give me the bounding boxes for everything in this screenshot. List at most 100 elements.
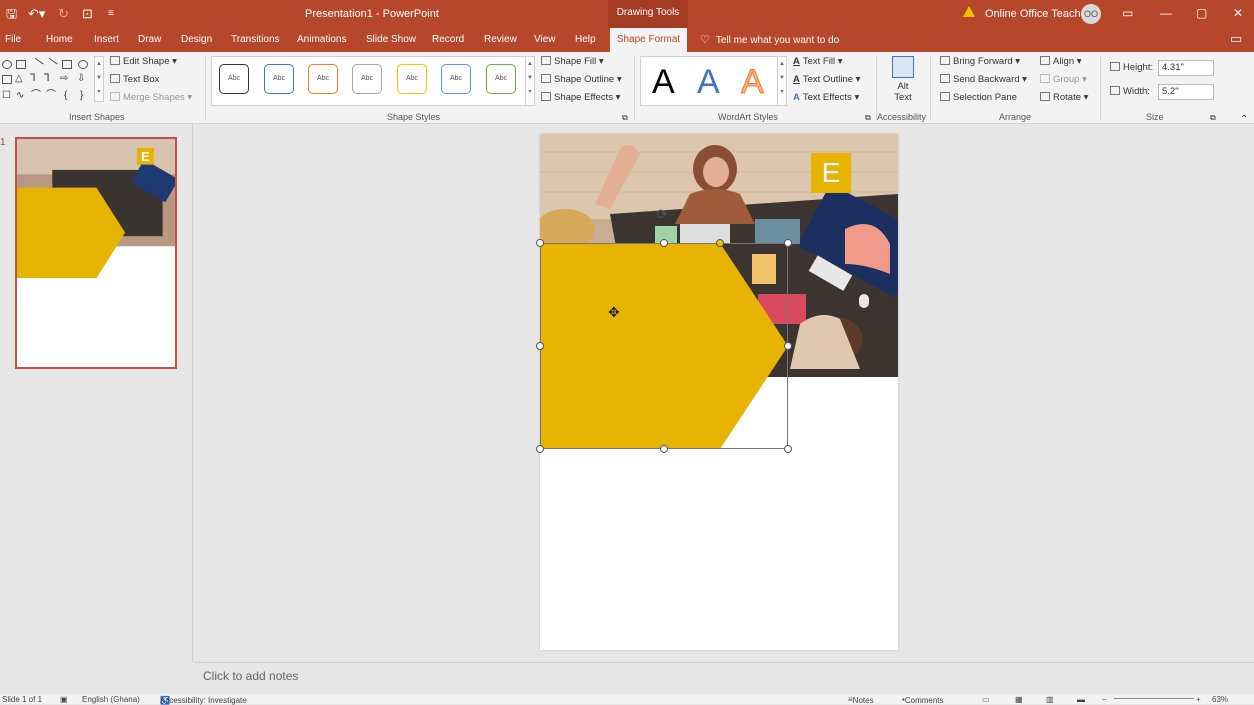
- textbox-shape-icon[interactable]: [16, 60, 26, 69]
- shape-fill-button[interactable]: Shape Fill ▾: [541, 54, 604, 70]
- resize-handle-bottom-right[interactable]: [784, 445, 792, 453]
- resize-handle-top-left[interactable]: [536, 239, 544, 247]
- text-outline-button[interactable]: A Text Outline ▾: [793, 72, 860, 88]
- resize-handle-top[interactable]: [660, 239, 668, 247]
- oval-shape-icon[interactable]: [2, 60, 12, 69]
- tab-home[interactable]: Home: [46, 34, 73, 45]
- connector-shape-icon[interactable]: ⅂: [30, 71, 36, 87]
- tab-review[interactable]: Review: [484, 34, 517, 45]
- right-arrow-shape-icon[interactable]: ⇨: [60, 71, 68, 87]
- comments-icon[interactable]: ▭: [1230, 31, 1242, 47]
- normal-view-icon[interactable]: ▭: [982, 695, 990, 704]
- ellipse-shape-icon[interactable]: [78, 60, 88, 69]
- tab-insert[interactable]: Insert: [94, 34, 119, 45]
- align-button[interactable]: Align ▾: [1040, 54, 1082, 70]
- avatar[interactable]: OO: [1081, 4, 1101, 24]
- height-input[interactable]: 4.31": [1158, 60, 1214, 76]
- slide-sorter-icon[interactable]: ▦: [1015, 695, 1023, 704]
- curve-shape-icon[interactable]: ⌒: [46, 88, 56, 104]
- selection-pane-button[interactable]: Selection Pane: [940, 90, 1017, 106]
- width-input[interactable]: 5.2": [1158, 84, 1214, 100]
- text-effects-button[interactable]: A Text Effects ▾: [793, 90, 859, 106]
- language-indicator[interactable]: English (Ghana): [82, 695, 140, 704]
- wordart-preset-black[interactable]: A: [652, 62, 675, 102]
- tab-shape-format[interactable]: Shape Format: [610, 28, 687, 52]
- shapes-gallery-scroll[interactable]: ▲ ▼ ▾: [94, 56, 104, 102]
- notes-pane[interactable]: Click to add notes: [194, 662, 1254, 694]
- zoom-in-icon[interactable]: +: [1196, 695, 1201, 704]
- shape-style-preset-2[interactable]: Abc: [264, 64, 294, 94]
- maximize-icon[interactable]: ▢: [1196, 6, 1207, 20]
- freeform-shape-icon[interactable]: ∿: [16, 88, 24, 104]
- tab-design[interactable]: Design: [181, 34, 212, 45]
- triangle-shape-icon[interactable]: △: [15, 71, 23, 87]
- rectangle-shape-icon[interactable]: [62, 60, 72, 69]
- alt-text-button[interactable]: Alt Text: [884, 56, 922, 108]
- present-from-beginning-icon[interactable]: ⊡: [82, 6, 93, 22]
- slide-show-icon[interactable]: ▬: [1077, 695, 1085, 704]
- notes-toggle[interactable]: ≡ Notes: [848, 695, 874, 705]
- comments-toggle[interactable]: ▪ Comments: [902, 695, 944, 705]
- wordart-launcher-icon[interactable]: ⧉: [865, 110, 871, 126]
- right-brace-shape-icon[interactable]: }: [80, 88, 83, 104]
- undo-icon[interactable]: ↶▾: [28, 6, 45, 22]
- save-icon[interactable]: 🖫: [6, 6, 17, 22]
- spelling-icon[interactable]: ▣: [60, 695, 68, 704]
- edit-shape-button[interactable]: Edit Shape ▾: [110, 54, 177, 70]
- ribbon-display-options-icon[interactable]: ▭: [1122, 6, 1133, 20]
- zoom-out-icon[interactable]: −: [1102, 695, 1107, 704]
- resize-handle-bottom-left[interactable]: [536, 445, 544, 453]
- adjustment-handle[interactable]: [716, 239, 724, 247]
- shape-outline-button[interactable]: Shape Outline ▾: [541, 72, 622, 88]
- arc-shape-icon[interactable]: ⌒: [31, 88, 41, 104]
- resize-handle-left[interactable]: [536, 342, 544, 350]
- rotate-button[interactable]: Rotate ▾: [1040, 90, 1088, 106]
- customize-toolbar-icon[interactable]: ≡: [108, 6, 114, 22]
- close-icon[interactable]: ✕: [1233, 6, 1243, 20]
- resize-handle-right[interactable]: [784, 342, 792, 350]
- bring-forward-button[interactable]: Bring Forward ▾: [940, 54, 1020, 70]
- down-arrow-shape-icon[interactable]: ⇩: [77, 71, 85, 87]
- shape-styles-launcher-icon[interactable]: ⧉: [622, 110, 628, 126]
- tab-animations[interactable]: Animations: [297, 34, 346, 45]
- tell-me-search[interactable]: ♡ Tell me what you want to do: [700, 33, 839, 46]
- shape-style-preset-7[interactable]: Abc: [486, 64, 516, 94]
- text-fill-button[interactable]: A Text Fill ▾: [793, 54, 843, 70]
- reading-view-icon[interactable]: ▥: [1046, 695, 1054, 704]
- left-brace-shape-icon[interactable]: {: [64, 88, 67, 104]
- wordart-preset-blue[interactable]: A: [697, 62, 720, 102]
- shape-style-preset-4[interactable]: Abc: [352, 64, 382, 94]
- zoom-level[interactable]: 63%: [1212, 695, 1228, 704]
- shape-style-preset-3[interactable]: Abc: [308, 64, 338, 94]
- text-box-button[interactable]: Text Box: [110, 72, 159, 88]
- shape-styles-scroll[interactable]: ▲ ▼ ▾: [525, 56, 535, 106]
- resize-handle-bottom[interactable]: [660, 445, 668, 453]
- pentagon-shape-icon[interactable]: ☐: [2, 88, 11, 104]
- merge-shapes-button[interactable]: Merge Shapes ▾: [110, 90, 192, 106]
- slide-canvas[interactable]: E ⟳ ✥: [536, 134, 898, 650]
- tab-view[interactable]: View: [534, 34, 556, 45]
- arrow-line-shape-icon[interactable]: [44, 57, 58, 72]
- collapse-ribbon-icon[interactable]: ⌃: [1240, 112, 1248, 128]
- zoom-slider[interactable]: [1114, 698, 1194, 699]
- size-launcher-icon[interactable]: ⧉: [1210, 110, 1216, 126]
- tab-slide-show[interactable]: Slide Show: [366, 34, 416, 45]
- send-backward-button[interactable]: Send Backward ▾: [940, 72, 1027, 88]
- resize-handle-top-right[interactable]: [784, 239, 792, 247]
- line-shape-icon[interactable]: [30, 57, 44, 72]
- tab-record[interactable]: Record: [432, 34, 464, 45]
- rotate-handle-icon[interactable]: ⟳: [656, 206, 668, 223]
- wordart-preset-orange[interactable]: A: [741, 62, 765, 102]
- shape-effects-button[interactable]: Shape Effects ▾: [541, 90, 620, 106]
- shape-style-preset-1[interactable]: Abc: [219, 64, 249, 94]
- badge[interactable]: E: [811, 153, 851, 193]
- account-name[interactable]: Online Office Teacher: [985, 8, 1090, 20]
- wordart-scroll[interactable]: ▲ ▼ ▾: [777, 56, 787, 106]
- elbow-connector-shape-icon[interactable]: ⅂: [44, 71, 50, 87]
- tab-file[interactable]: File: [5, 34, 21, 45]
- tab-draw[interactable]: Draw: [138, 34, 161, 45]
- tab-help[interactable]: Help: [575, 34, 596, 45]
- minimize-icon[interactable]: —: [1160, 6, 1172, 20]
- group-button[interactable]: Group ▾: [1040, 72, 1087, 88]
- redo-icon[interactable]: ↻: [58, 6, 69, 22]
